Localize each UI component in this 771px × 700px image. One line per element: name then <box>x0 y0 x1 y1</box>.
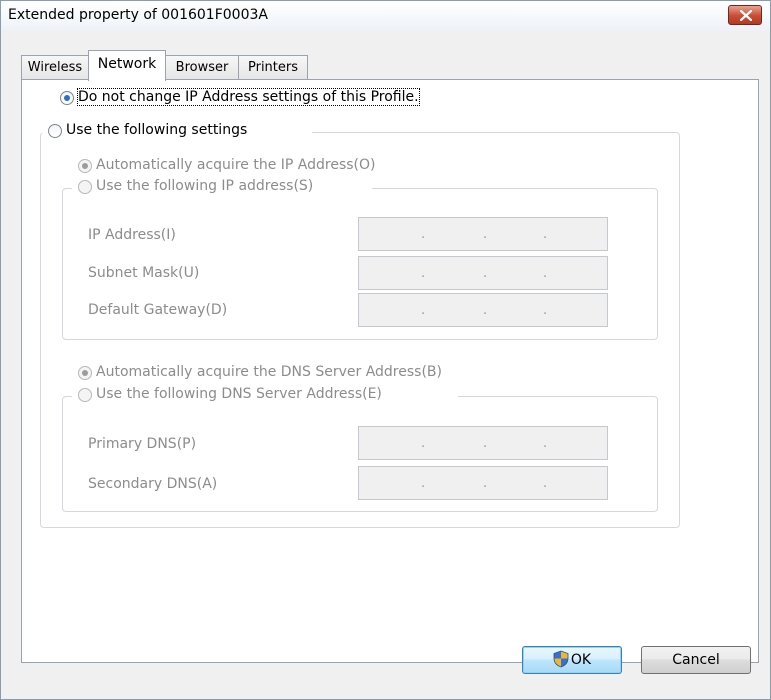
subnet-mask-label: Subnet Mask(U) <box>88 265 200 281</box>
default-gateway-label: Default Gateway(D) <box>88 302 228 318</box>
ip-address-label: IP Address(I) <box>88 227 176 243</box>
use-dns-label[interactable]: Use the following DNS Server Address(E) <box>96 386 382 402</box>
default-gateway-field[interactable]: ... <box>358 293 608 327</box>
tab-network[interactable]: Network <box>88 50 166 81</box>
auto-dns-label[interactable]: Automatically acquire the DNS Server Add… <box>96 364 442 380</box>
use-following-label[interactable]: Use the following settings <box>66 122 247 138</box>
close-button[interactable] <box>728 5 762 25</box>
primary-dns-label: Primary DNS(P) <box>88 436 197 452</box>
subnet-mask-field[interactable]: ... <box>358 256 608 290</box>
auto-dns-radio[interactable] <box>78 366 92 380</box>
ok-button-label: OK <box>570 652 592 668</box>
no-change-radio[interactable] <box>60 91 74 105</box>
uac-shield-icon <box>553 650 569 668</box>
dialog-client: Wireless Network Browser Printers Do not… <box>9 31 762 693</box>
network-tab-panel: Do not change IP Address settings of thi… <box>21 79 759 663</box>
secondary-dns-label: Secondary DNS(A) <box>88 476 218 492</box>
no-change-label[interactable]: Do not change IP Address settings of thi… <box>77 88 420 106</box>
use-ip-label[interactable]: Use the following IP address(S) <box>96 178 313 194</box>
tab-browser[interactable]: Browser <box>165 55 239 80</box>
tab-printers[interactable]: Printers <box>238 55 308 80</box>
use-dns-radio[interactable] <box>78 388 92 402</box>
primary-dns-field[interactable]: ... <box>358 426 608 460</box>
cancel-button[interactable]: Cancel <box>641 646 751 674</box>
use-ip-radio[interactable] <box>78 180 92 194</box>
secondary-dns-field[interactable]: ... <box>358 466 608 500</box>
tab-wireless[interactable]: Wireless <box>21 55 89 80</box>
auto-ip-radio[interactable] <box>78 159 92 173</box>
use-following-radio[interactable] <box>48 124 62 138</box>
title-bar: Extended property of 001601F0003A <box>1 1 770 31</box>
ip-address-field[interactable]: ... <box>358 217 608 251</box>
ok-button[interactable]: OK <box>522 646 622 674</box>
window-title: Extended property of 001601F0003A <box>8 7 268 23</box>
auto-ip-label[interactable]: Automatically acquire the IP Address(O) <box>96 157 375 173</box>
close-icon <box>740 10 752 21</box>
dialog-window: Extended property of 001601F0003A Wirele… <box>0 0 771 700</box>
